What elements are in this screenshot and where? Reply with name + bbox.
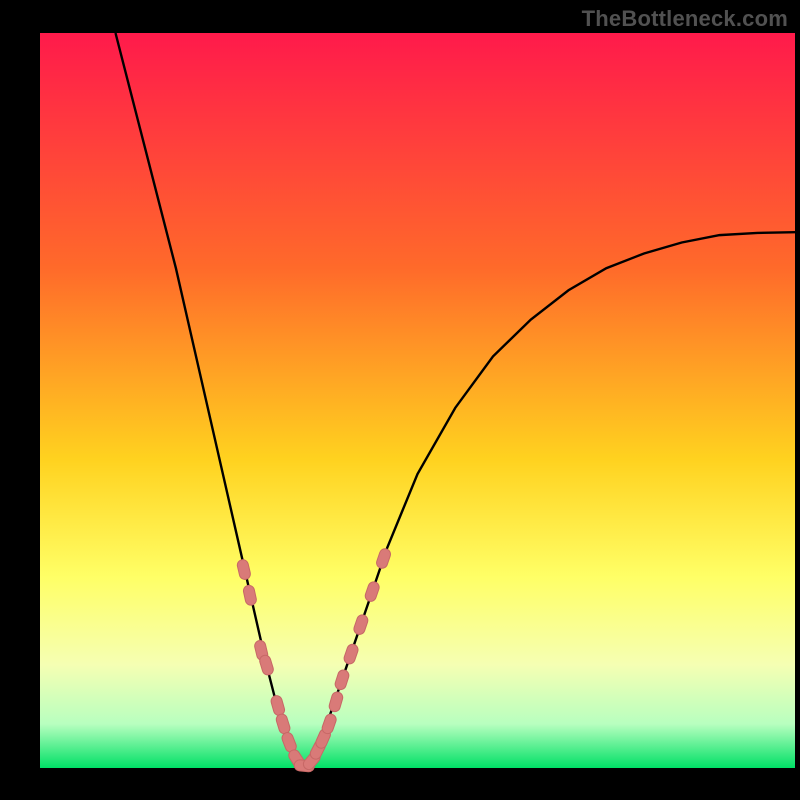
bottleneck-chart	[0, 0, 800, 800]
chart-stage: TheBottleneck.com	[0, 0, 800, 800]
watermark-text: TheBottleneck.com	[582, 6, 788, 32]
plot-area	[40, 33, 795, 768]
